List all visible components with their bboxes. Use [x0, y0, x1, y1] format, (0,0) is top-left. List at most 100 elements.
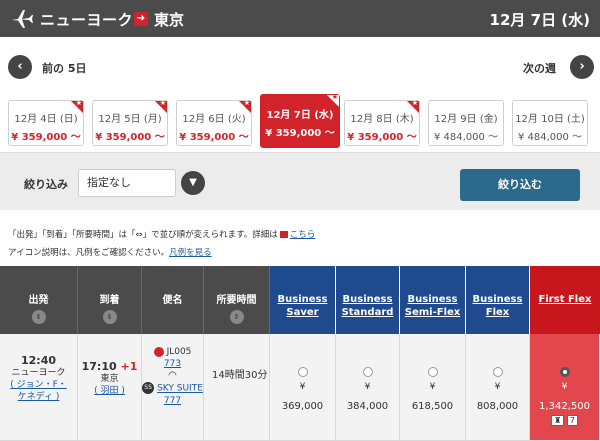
chevron-down-icon[interactable]: ▼ — [181, 171, 205, 195]
date-tab[interactable]: ★ 12月 5日 (月) ¥ 359,000 ～ — [92, 99, 168, 146]
aircraft-link[interactable]: 773 — [164, 359, 181, 369]
fare-cell-flex[interactable]: ¥ 808,000 — [466, 334, 530, 441]
tab-price: ¥ 484,000 ～ — [433, 132, 499, 143]
departure-airport-link[interactable]: ( ジョン・F・ ケネディ ) — [0, 379, 77, 403]
sort-note: 「出発」「到着」「所要時間」は「⇔」で並び順が変えられます。詳細は こちら — [8, 228, 315, 240]
selected-date: 12月 7日 (水) — [489, 11, 590, 29]
fare-price: 369,000 — [281, 401, 324, 412]
filter-select[interactable]: 指定なし — [78, 169, 176, 197]
star-icon: ★ — [243, 99, 250, 107]
flight-results-table: 出発 ⇕ 到着 ⇕ 便名 所要時間 ⇕ Business Saver Busine… — [0, 266, 600, 441]
fare-cell-first-flex-selected[interactable]: ¥ 1,342,500 ♜ 7 — [530, 334, 600, 441]
tab-price: ¥ 359,000 ～ — [11, 132, 81, 143]
header-label: 出発 — [28, 295, 49, 306]
tab-date: 12月 10日 (土) — [515, 114, 585, 125]
tab-date: 12月 7日 (水) — [266, 110, 334, 121]
prev-days-button[interactable]: ‹ — [8, 55, 32, 79]
cell-arrival: 17:10 +1 東京 ( 羽田 ) — [78, 334, 142, 441]
route-header: ニューヨーク ➔ 東京 12月 7日 (水) — [0, 0, 600, 37]
fare-radio[interactable] — [427, 367, 438, 377]
fare-price: 618,500 — [411, 401, 454, 412]
tab-price: ¥ 359,000 ～ — [179, 132, 249, 143]
date-tab[interactable]: ★ 12月 8日 (木) ¥ 359,000 ～ — [344, 99, 420, 146]
fare-header-first-flex[interactable]: First Flex — [530, 266, 600, 334]
yen-symbol: ¥ — [429, 382, 436, 392]
header-arrival[interactable]: 到着 ⇕ — [78, 266, 142, 334]
fare-cell-saver[interactable]: ¥ 369,000 — [270, 334, 336, 441]
date-tab[interactable]: 12月 9日 (金) ¥ 484,000 ～ — [428, 100, 504, 146]
origin-city: ニューヨーク — [40, 11, 134, 29]
fare-radio[interactable] — [362, 367, 373, 377]
yen-symbol: ¥ — [494, 382, 501, 392]
destination-city: 東京 — [154, 11, 185, 29]
header-flight: 便名 — [142, 266, 204, 334]
fare-radio[interactable] — [297, 367, 308, 377]
chevron-right-icon: › — [579, 59, 585, 74]
legend-note-text: アイコン説明は、凡例をご確認ください。 — [8, 248, 170, 258]
duration-text: 14時間30分 — [212, 370, 268, 381]
seats-remaining: 7 — [566, 415, 578, 426]
apply-filter-button[interactable]: 絞り込む — [460, 169, 580, 201]
cell-flight: JL005 773 ◠ SS SKY SUITE 777 — [142, 334, 204, 441]
prev-days-label[interactable]: 前の 5日 — [42, 60, 86, 76]
arrival-airport-link[interactable]: ( 羽田 ) — [78, 385, 141, 397]
fare-radio-selected[interactable] — [559, 367, 570, 377]
yen-symbol: ¥ — [364, 382, 371, 392]
filter-panel: 絞り込み 指定なし ▼ 絞り込む — [0, 152, 600, 210]
header-label: 便名 — [162, 295, 183, 306]
filter-title: 絞り込み — [24, 178, 68, 191]
date-tab[interactable]: 12月 10日 (土) ¥ 484,000 ～ — [512, 100, 588, 146]
wifi-icon: ◠ — [168, 370, 177, 381]
next-week-button[interactable]: › — [570, 55, 594, 79]
star-icon: ★ — [411, 99, 418, 107]
date-tab[interactable]: ★ 12月 4日 (日) ¥ 359,000 ～ — [8, 99, 84, 146]
fare-line1: Business — [277, 294, 328, 305]
date-tab-selected[interactable]: ★ 12月 7日 (水) ¥ 359,000 ～ — [260, 93, 340, 148]
airplane-icon — [12, 10, 33, 28]
header-duration[interactable]: 所要時間 ⇕ — [204, 266, 270, 334]
header-label: 所要時間 — [216, 295, 257, 306]
fare-header-business-semi-flex[interactable]: Business Semi-Flex — [400, 266, 466, 334]
fare-cell-standard[interactable]: ¥ 384,000 — [336, 334, 400, 441]
star-icon: ★ — [331, 93, 338, 101]
sort-icon[interactable]: ⇕ — [229, 310, 244, 324]
fare-price: 808,000 — [476, 401, 519, 412]
departure-time: 12:40 — [20, 354, 56, 367]
yen-symbol: ¥ — [561, 382, 568, 392]
detail-icon — [279, 231, 288, 238]
fare-line2: Standard — [341, 307, 394, 318]
tab-price: ¥ 484,000 ～ — [517, 132, 583, 143]
fare-header-business-flex[interactable]: Business Flex — [466, 266, 530, 334]
seat-icon: ♜ — [551, 415, 565, 426]
flight-number: JL005 — [166, 347, 192, 357]
star-icon: ★ — [159, 99, 166, 107]
cell-duration: 14時間30分 — [204, 334, 270, 441]
fare-line2: Flex — [485, 307, 510, 318]
arrival-time: 17:10 — [81, 360, 117, 373]
sort-icon[interactable]: ⇕ — [102, 310, 117, 324]
fare-header-business-standard[interactable]: Business Standard — [336, 266, 400, 334]
fare-line1: Business — [407, 294, 458, 305]
fare-header-business-saver[interactable]: Business Saver — [270, 266, 336, 334]
chevron-left-icon: ‹ — [17, 59, 23, 74]
legend-link[interactable]: 凡例を見る — [169, 248, 212, 258]
fare-line1: Business — [342, 294, 393, 305]
fare-radio[interactable] — [492, 367, 503, 377]
arrival-city: 東京 — [100, 374, 119, 384]
fare-line2: Semi-Flex — [404, 307, 461, 318]
fare-price: 1,342,500 — [539, 401, 590, 412]
header-departure[interactable]: 出発 ⇕ — [0, 266, 78, 334]
sort-note-text: 「出発」「到着」「所要時間」は「⇔」で並び順が変えられます。詳細は — [8, 230, 278, 240]
route-arrow-icon: ➔ — [134, 12, 148, 26]
tab-price: ¥ 359,000 ～ — [347, 132, 417, 143]
sort-icon[interactable]: ⇕ — [31, 310, 46, 324]
star-icon: ★ — [75, 99, 82, 107]
next-week-label[interactable]: 次の週 — [523, 60, 556, 76]
tab-date: 12月 9日 (金) — [434, 114, 498, 125]
detail-link[interactable]: こちら — [290, 230, 316, 240]
seat-brand-link[interactable]: SKY SUITE 777 — [157, 384, 203, 406]
sky-suite-icon: SS — [142, 382, 155, 394]
date-tab[interactable]: ★ 12月 6日 (火) ¥ 359,000 ～ — [176, 99, 252, 146]
fare-line1: Business — [472, 294, 523, 305]
fare-cell-semi-flex[interactable]: ¥ 618,500 — [400, 334, 466, 441]
